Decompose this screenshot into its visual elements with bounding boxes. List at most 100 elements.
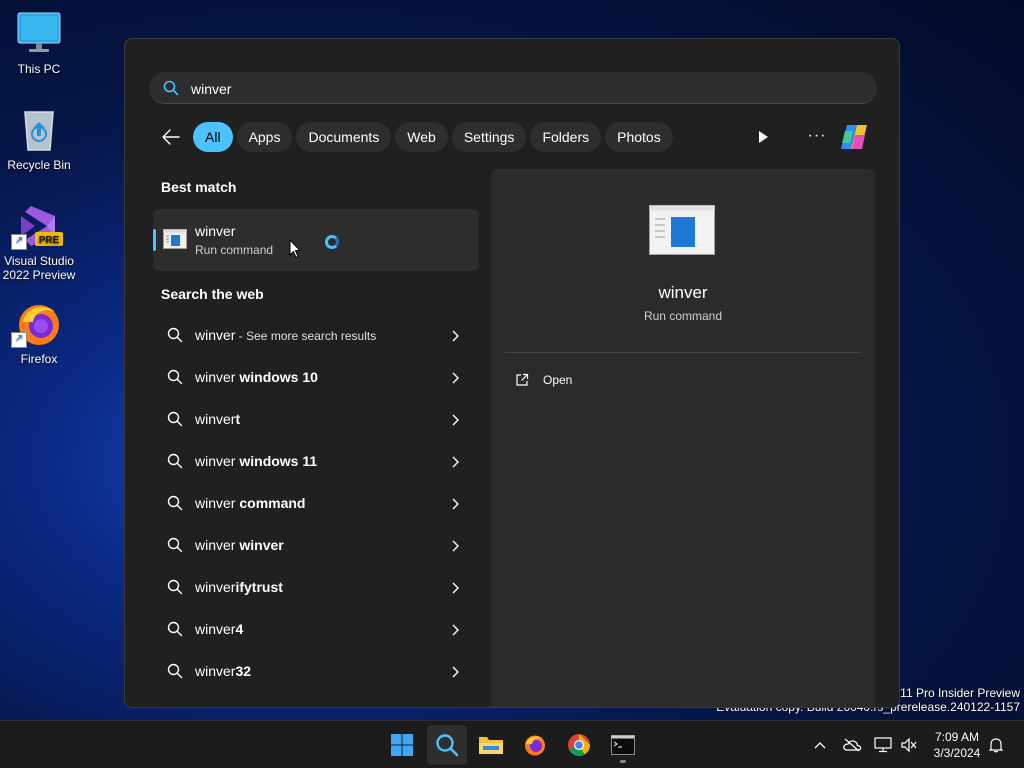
web-result-item[interactable]: winver4 [153, 608, 479, 650]
speaker-muted-icon [901, 737, 917, 753]
copilot-button[interactable] [837, 121, 871, 153]
web-result-item[interactable]: winver32 [153, 650, 479, 692]
bell-icon [989, 738, 1003, 753]
taskbar-terminal[interactable] [603, 725, 643, 765]
web-result-suggestion: windows 10 [235, 369, 318, 385]
filter-all[interactable]: All [193, 122, 233, 152]
filter-apps[interactable]: Apps [236, 122, 293, 152]
firefox-icon: ↗ [11, 300, 63, 348]
desktop-icon-this-pc[interactable]: This PC [1, 10, 77, 76]
web-result-item[interactable]: winvert [153, 398, 479, 440]
web-result-hint: - See more search results [235, 329, 377, 343]
filter-bar: All Apps Documents Web Settings Folders … [155, 121, 677, 153]
run-command-large-icon [649, 205, 715, 255]
selection-indicator [153, 229, 156, 251]
running-indicator [620, 760, 626, 763]
onedrive-tray-button[interactable] [842, 735, 862, 755]
web-result-suggestion: t [235, 411, 241, 427]
chevron-right-icon [451, 665, 459, 683]
desktop-icon-visual-studio[interactable]: PRE ↗ Visual Studio 2022 Preview [1, 202, 77, 282]
filter-web[interactable]: Web [395, 122, 448, 152]
search-icon [167, 495, 183, 516]
taskbar-file-explorer[interactable] [471, 725, 511, 765]
desktop-icon-label: Recycle Bin [7, 158, 71, 172]
search-icon [167, 537, 183, 558]
web-result-suggestion: ifytrust [235, 579, 283, 595]
filter-photos[interactable]: Photos [605, 122, 673, 152]
web-result-query: winver [195, 411, 236, 427]
desktop-icon-firefox[interactable]: ↗ Firefox [1, 300, 77, 366]
web-result-query: winver [195, 369, 236, 385]
best-match-name: winver [195, 223, 236, 239]
web-result-item[interactable]: winver - See more search results [153, 314, 479, 356]
taskbar: 7:09 AM 3/3/2024 [0, 720, 1024, 768]
detail-app-name: winver [658, 283, 708, 302]
volume-tray-button[interactable] [899, 735, 919, 755]
best-match-subtitle: Run command [195, 243, 274, 257]
taskbar-search-button[interactable] [427, 725, 467, 765]
web-result-text: winvert [195, 411, 240, 427]
chevron-right-icon [451, 329, 459, 347]
best-match-heading: Best match [161, 179, 237, 195]
web-result-text: winver command [195, 495, 305, 511]
web-result-item[interactable]: winver windows 10 [153, 356, 479, 398]
search-icon [167, 579, 183, 600]
desktop-icon-label: This PC [17, 62, 61, 76]
clock-date: 3/3/2024 [933, 746, 981, 760]
web-result-item[interactable]: winver windows 11 [153, 440, 479, 482]
copilot-icon [841, 125, 867, 149]
search-icon [167, 453, 183, 474]
web-result-suggestion: 32 [235, 663, 252, 679]
search-the-web-heading: Search the web [161, 286, 264, 302]
terminal-icon [611, 735, 635, 755]
shortcut-arrow-icon: ↗ [11, 234, 27, 250]
web-result-item[interactable]: winverifytrust [153, 566, 479, 608]
filter-folders[interactable]: Folders [530, 122, 602, 152]
taskbar-chrome[interactable] [559, 725, 599, 765]
web-result-query: winver [195, 327, 236, 343]
search-icon [167, 663, 183, 684]
web-result-item[interactable]: winver command [153, 482, 479, 524]
search-icon [167, 369, 183, 390]
search-input[interactable] [189, 78, 793, 100]
best-match-result[interactable]: winver Run command [153, 209, 479, 271]
web-result-suggestion: command [235, 495, 306, 511]
chevron-right-icon [451, 455, 459, 473]
system-clock[interactable]: 7:09 AM 3/3/2024 [928, 729, 986, 761]
mouse-pointer-icon [289, 238, 302, 264]
start-button[interactable] [382, 725, 422, 765]
desktop-icon-label: Visual Studio 2022 Preview [2, 254, 76, 282]
web-results-list: winver - See more search results winver w… [153, 314, 479, 692]
more-options-button[interactable]: ··· [805, 127, 829, 147]
filter-settings[interactable]: Settings [451, 122, 527, 152]
web-result-item[interactable]: winver winver [153, 524, 479, 566]
notifications-button[interactable] [986, 735, 1006, 755]
svg-text:PRE: PRE [39, 235, 60, 246]
search-icon [163, 80, 179, 101]
search-box[interactable] [149, 72, 877, 104]
back-button[interactable] [155, 121, 187, 153]
filter-documents[interactable]: Documents [296, 122, 392, 152]
web-result-suggestion: windows 11 [235, 453, 318, 469]
web-result-suggestion: 4 [235, 621, 244, 637]
chevron-right-icon [451, 413, 459, 431]
monitor-icon [15, 10, 63, 58]
detail-app-subtitle: Run command [643, 309, 723, 323]
open-action[interactable]: Open [515, 373, 572, 387]
open-external-icon [516, 373, 529, 386]
windows-logo-icon [391, 734, 413, 756]
desktop-icon-recycle-bin[interactable]: Recycle Bin [1, 106, 77, 172]
show-hidden-icons-button[interactable] [810, 735, 830, 755]
more-filters-button[interactable] [753, 127, 773, 147]
arrow-left-icon [162, 129, 180, 145]
chevron-up-icon [814, 742, 826, 749]
chrome-icon [568, 734, 590, 756]
taskbar-firefox[interactable] [515, 725, 555, 765]
network-tray-button[interactable] [873, 735, 893, 755]
recycle-bin-icon [15, 106, 63, 154]
web-result-text: winver winver [195, 537, 284, 553]
chevron-right-icon [451, 371, 459, 389]
web-result-query: winver [195, 663, 236, 679]
web-result-text: winverifytrust [195, 579, 283, 595]
detail-divider [505, 352, 861, 353]
